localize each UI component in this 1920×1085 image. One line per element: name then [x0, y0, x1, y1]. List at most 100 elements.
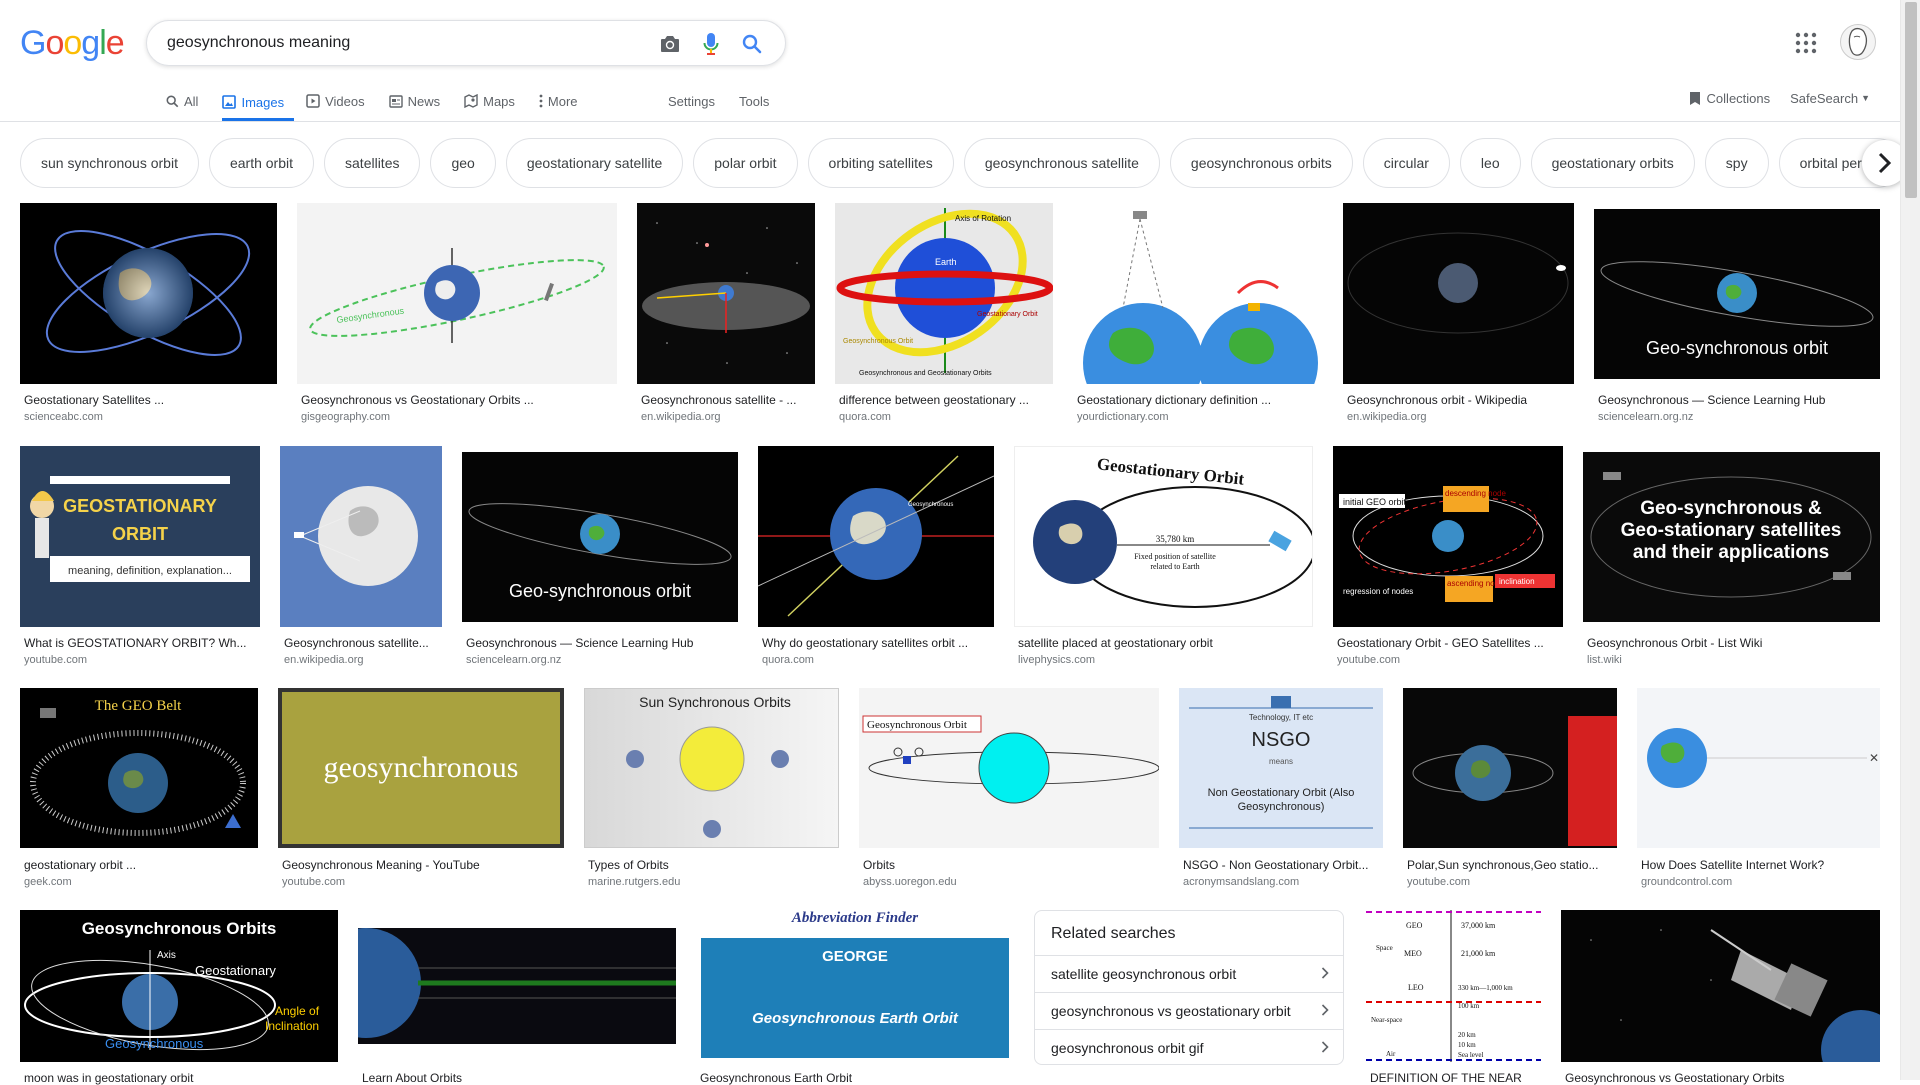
thumb-label: related to Earth	[1150, 562, 1199, 571]
result-thumbnail	[358, 928, 676, 1044]
thumb-label: initial GEO orbit	[1343, 497, 1407, 507]
result-caption: Geostationary dictionary definition ...	[1077, 393, 1272, 407]
thumb-label: GEO	[1406, 921, 1423, 930]
result-thumbnail: Geosynchronous Orbits Axis Geostationary An…	[20, 910, 338, 1062]
result-thumbnail: Geo-synchronous orbit	[1594, 209, 1880, 379]
thumb-label: Non Geostationary Orbit (Also	[1208, 787, 1355, 799]
image-result[interactable]: Geostationary Orbit 35,780 km Fixed positi…	[1014, 446, 1313, 666]
thumb-label: Abbreviation Finder	[791, 910, 919, 926]
related-search-label: geosynchronous orbit gif	[1051, 1039, 1204, 1056]
image-result[interactable]: Geosynchronous Orbit Orbits abyss.uorego…	[859, 688, 1159, 888]
result-source: youtube.com	[1407, 876, 1470, 888]
thumb-label: and their applications	[1633, 542, 1829, 563]
thumb-label: 21,000 km	[1461, 949, 1496, 958]
result-caption: Geostationary Orbit - GEO Satellites ...	[1337, 636, 1544, 650]
thumb-label: Geo-synchronous &	[1640, 498, 1822, 519]
thumb-label: Air	[1386, 1050, 1396, 1058]
result-caption: Why do geostationary satellites orbit ..…	[762, 636, 969, 650]
thumb-label: means	[1269, 757, 1293, 766]
thumb-label: Axis of Rotation	[955, 214, 1011, 223]
result-source: scienceabc.com	[24, 411, 103, 423]
result-thumbnail: Technology, IT etc NSGO means Non Geostatio…	[1179, 688, 1383, 848]
result-thumbnail: Geosynchronous	[297, 203, 617, 384]
thumb-label: Geosynchronous Earth Orbit	[752, 1010, 958, 1027]
thumb-label: 20 km	[1458, 1031, 1476, 1039]
result-thumbnail: Geo-synchronous & Geo-stationary satellit…	[1583, 452, 1880, 622]
result-thumbnail	[1403, 688, 1617, 848]
thumb-label: Fixed position of satellite	[1134, 552, 1216, 561]
result-caption: Geosynchronous Meaning - YouTube	[282, 858, 480, 872]
image-result[interactable]: Axis of Rotation Earth Geostationary Orbit…	[835, 203, 1053, 423]
image-result[interactable]: Geo-synchronous orbit Geosynchronous — S…	[1594, 203, 1880, 423]
result-source: marine.rutgers.edu	[588, 876, 681, 888]
result-source: groundcontrol.com	[1641, 876, 1733, 888]
thumb-label: MEO	[1404, 949, 1422, 958]
image-result[interactable]: initial GEO orbit descending node ascendin…	[1333, 446, 1563, 666]
image-result[interactable]: Geosynchronous satellite... en.wikipedia…	[280, 446, 442, 666]
image-result[interactable]: Geostationary dictionary definition ... …	[1073, 203, 1323, 423]
image-result[interactable]: Geo-synchronous orbit Geosynchronous — S…	[462, 446, 738, 666]
image-result[interactable]: The GEO Belt geostationary orbit ... gee…	[20, 688, 258, 888]
related-search-item[interactable]: satellite geosynchronous orbit	[1035, 955, 1343, 991]
result-source: abyss.uoregon.edu	[863, 876, 957, 888]
result-thumbnail	[20, 203, 277, 384]
image-result[interactable]: Geosynchronous satellite - ... en.wikipe…	[637, 203, 815, 423]
result-caption: Geosynchronous — Science Learning Hub	[1598, 393, 1826, 407]
result-caption: What is GEOSTATIONARY ORBIT? Wh...	[24, 636, 247, 650]
thumb-label: 10 km	[1458, 1041, 1476, 1049]
thumb-label: 37,000 km	[1461, 921, 1496, 930]
result-thumbnail: Abbreviation Finder GEORGE Geosynchronou…	[696, 910, 1014, 1062]
image-result[interactable]: Geosynchronous Orbits Axis Geostationary An…	[20, 910, 338, 1085]
result-caption: NSGO - Non Geostationary Orbit...	[1183, 858, 1369, 872]
thumb-label: Geo-stationary satellites	[1621, 520, 1842, 541]
image-result[interactable]: Geo-synchronous & Geo-stationary satellit…	[1583, 446, 1880, 666]
result-source: quora.com	[762, 654, 814, 666]
result-thumbnail	[1073, 203, 1323, 384]
result-caption: moon was in geostationary orbit	[24, 1071, 194, 1085]
image-result[interactable]: Polar,Sun synchronous,Geo statio... yout…	[1403, 688, 1617, 888]
image-result[interactable]: Geosynchronous Why do geostationary sate…	[758, 446, 994, 666]
image-result[interactable]: Geosynchronous orbit - Wikipedia en.wiki…	[1343, 203, 1574, 423]
image-result[interactable]: GEO 37,000 km MEO 21,000 km Space LEO 330 km—1…	[1366, 910, 1541, 1085]
thumb-label: Geosynchronous	[336, 306, 405, 325]
related-search-item[interactable]: geosynchronous orbit gif	[1035, 1029, 1343, 1065]
related-searches-title: Related searches	[1051, 925, 1176, 942]
result-source: sciencelearn.org.nz	[466, 654, 562, 666]
image-result[interactable]: GEOSTATIONARY ORBIT meaning, definition, e…	[20, 446, 260, 666]
image-result[interactable]: ✕ How Does Satellite Internet Work? grou…	[1637, 688, 1880, 888]
thumb-label: Axis	[157, 950, 176, 961]
result-caption: Learn About Orbits	[362, 1071, 463, 1085]
result-thumbnail: Axis of Rotation Earth Geostationary Orbit…	[835, 203, 1053, 384]
image-result[interactable]: Technology, IT etc NSGO means Non Geostatio…	[1179, 688, 1383, 888]
thumb-label: regression of nodes	[1343, 587, 1413, 596]
image-result[interactable]: Geosynchronous Geosynchronous vs Geostat…	[297, 203, 617, 423]
image-result[interactable]: geosynchronous Geosynchronous Meaning - …	[278, 688, 564, 888]
scrollbar-thumb[interactable]	[1905, 2, 1917, 198]
image-result[interactable]: Sun Synchronous Orbits Types of Orbits m…	[584, 688, 839, 888]
result-thumbnail: Geosynchronous Orbit	[859, 688, 1159, 848]
result-caption: Geosynchronous vs Geostationary Orbits	[1565, 1071, 1785, 1085]
chevron-right-icon	[1321, 966, 1329, 982]
related-search-item[interactable]: geosynchronous vs geostationary orbit	[1035, 992, 1343, 1028]
image-result[interactable]: Geostationary Satellites ... scienceabc.…	[20, 203, 277, 423]
thumb-label: Geosynchronous	[105, 1036, 204, 1051]
thumb-label: Geostationary Orbit	[977, 311, 1038, 318]
result-caption: Geosynchronous Orbit - List Wiki	[1587, 636, 1763, 650]
thumb-label: descending node	[1445, 489, 1506, 498]
thumb-label: Near-space	[1371, 1016, 1402, 1024]
image-result[interactable]: Learn About Orbits	[358, 910, 676, 1085]
image-result[interactable]: Geosynchronous vs Geostationary Orbits	[1561, 910, 1880, 1085]
scrollbar[interactable]	[1900, 0, 1920, 1080]
result-thumbnail: Geosynchronous	[758, 446, 994, 627]
result-thumbnail	[637, 203, 815, 384]
result-source: quora.com	[839, 411, 891, 423]
image-result[interactable]: Abbreviation Finder GEORGE Geosynchronou…	[696, 910, 1014, 1085]
result-thumbnail: GEO 37,000 km MEO 21,000 km Space LEO 330 km—1…	[1366, 910, 1541, 1062]
thumb-label: inclination	[1499, 577, 1535, 586]
chevron-right-icon	[1321, 1003, 1329, 1019]
related-search-label: geosynchronous vs geostationary orbit	[1051, 1002, 1291, 1019]
result-caption: Types of Orbits	[588, 858, 669, 872]
result-caption: Geosynchronous orbit - Wikipedia	[1347, 393, 1528, 407]
result-thumbnail: initial GEO orbit descending node ascendin…	[1333, 446, 1563, 627]
result-source: youtube.com	[1337, 654, 1400, 666]
